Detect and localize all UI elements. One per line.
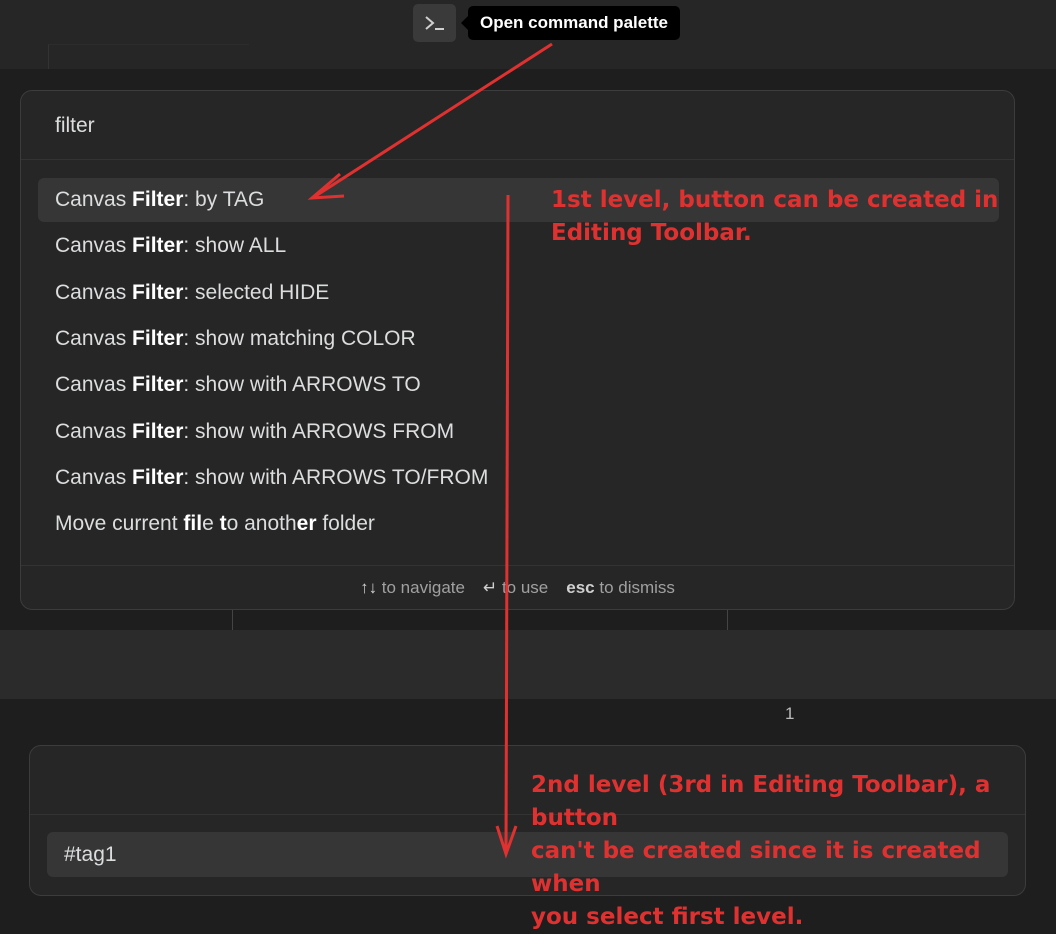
result-match: Filter [132,373,184,396]
hint-use: ↵ to use [483,578,548,598]
result-prefix: Canvas [55,188,133,211]
result-prefix: Canvas [55,420,133,443]
palette-result[interactable]: Canvas Filter: show with ARROWS TO [38,363,999,407]
editor-divider [48,44,249,70]
tooltip: Open command palette [461,6,680,40]
result-text: e [202,512,220,535]
result-suffix: : show with ARROWS TO/FROM [183,466,489,489]
page-number: 1 [785,704,795,723]
palette-result-move-file[interactable]: Move current file to another folder [38,502,999,546]
navigate-key: ↑↓ [360,577,378,597]
result-match: t [219,512,227,535]
result-suffix: : show with ARROWS TO [183,373,421,396]
annotation-line: can't be created since it is created whe… [531,838,981,897]
toolbar-band [0,630,1056,699]
result-suffix: : show with ARROWS FROM [183,420,455,443]
command-palette: filter Canvas Filter: by TAG Canvas Filt… [20,90,1015,610]
palette-search-input[interactable]: filter [21,91,1014,160]
result-prefix: Canvas [55,234,133,257]
result-match: Filter [132,234,184,257]
result-text: o anoth [226,512,297,535]
command-palette-button[interactable] [413,4,456,42]
annotation-second-level: 2nd level (3rd in Editing Toolbar), a bu… [531,769,1051,934]
palette-result[interactable]: Canvas Filter: show with ARROWS FROM [38,410,999,454]
result-suffix: : selected HIDE [183,281,330,304]
result-prefix: Canvas [55,281,133,304]
navigate-text: to navigate [377,577,465,597]
result-match: Filter [132,188,184,211]
use-text: to use [497,577,549,597]
result-match: Filter [132,466,184,489]
enter-key-icon: ↵ [482,577,498,597]
result-match: fil [183,512,203,535]
annotation-line: 1st level, button can be created in [551,187,999,213]
result-match: Filter [132,327,184,350]
result-suffix: : by TAG [183,188,265,211]
result-match: Filter [132,420,184,443]
palette-footer: ↑↓ to navigate ↵ to use esc to dismiss [21,565,1014,609]
annotation-first-level: 1st level, button can be created in Edit… [551,184,1041,250]
canvas-node-edges [232,610,728,630]
annotation-line: 2nd level (3rd in Editing Toolbar), a bu… [531,772,991,831]
terminal-icon [424,16,444,30]
result-prefix: Move current [55,512,184,535]
result-prefix: Canvas [55,327,133,350]
result-text: folder [316,512,375,535]
esc-key: esc [566,577,595,597]
result-prefix: Canvas [55,466,133,489]
palette-result[interactable]: Canvas Filter: show with ARROWS TO/FROM [38,456,999,500]
result-match: Filter [132,281,184,304]
annotation-line: Editing Toolbar. [551,220,752,246]
hint-navigate: ↑↓ to navigate [360,578,465,598]
result-match: er [296,512,317,535]
result-suffix: : show ALL [183,234,287,257]
result-suffix: : show matching COLOR [183,327,416,350]
dismiss-text: to dismiss [594,577,675,597]
palette-result[interactable]: Canvas Filter: selected HIDE [38,271,999,315]
palette-result[interactable]: Canvas Filter: show matching COLOR [38,317,999,361]
annotation-line: you select first level. [531,904,804,930]
hint-dismiss: esc to dismiss [566,578,675,598]
result-prefix: Canvas [55,373,133,396]
